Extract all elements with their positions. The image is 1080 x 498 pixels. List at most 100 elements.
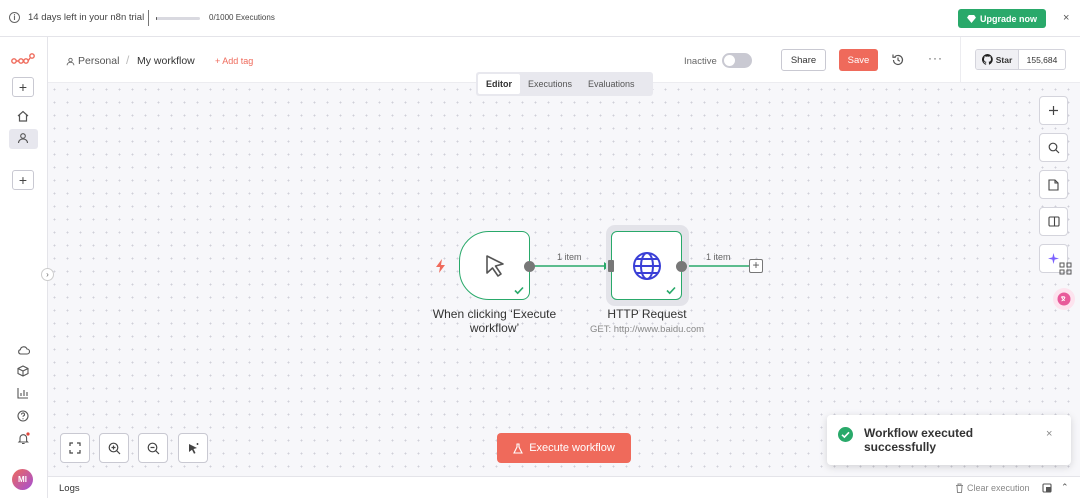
view-tabs: Editor Executions Evaluations: [476, 72, 653, 96]
http-node-subtitle: GET: http://www.baidu.com: [589, 324, 705, 335]
templates-nav[interactable]: [14, 362, 32, 380]
n8n-logo-icon: [11, 53, 35, 64]
history-icon[interactable]: [891, 53, 905, 67]
node-manual-trigger[interactable]: [459, 231, 530, 300]
chevron-up-icon[interactable]: ⌃: [1061, 482, 1069, 493]
cursor-click-icon: [485, 254, 504, 277]
expand-icon: [69, 442, 81, 454]
home-nav[interactable]: [14, 107, 32, 125]
logs-panel-bar[interactable]: Logs Clear execution ⌃: [48, 476, 1080, 498]
apps-grid-button[interactable]: [1054, 257, 1076, 279]
tidy-up-button[interactable]: [178, 433, 208, 463]
translate-extension-button[interactable]: [1053, 288, 1075, 310]
execute-workflow-button[interactable]: Execute workflow: [497, 433, 631, 463]
active-state-label: Inactive: [684, 56, 717, 67]
upgrade-now-button[interactable]: Upgrade now: [958, 9, 1046, 28]
toggle-panel-button[interactable]: [1039, 207, 1068, 236]
info-icon: i: [9, 12, 20, 23]
fit-view-button[interactable]: [60, 433, 90, 463]
add-new-button[interactable]: +: [12, 77, 34, 97]
plus-icon: +: [752, 258, 760, 272]
sidebar: + + MI: [0, 37, 48, 498]
bell-icon: [17, 431, 30, 444]
clear-execution-label: Clear execution: [967, 483, 1030, 493]
insights-nav[interactable]: [14, 384, 32, 402]
sticky-note-icon: [1048, 178, 1059, 191]
zoom-out-button[interactable]: [138, 433, 168, 463]
banner-divider: [148, 10, 149, 26]
cursor-sparkle-icon: [188, 442, 198, 454]
zoom-in-icon: [108, 442, 120, 454]
search-nodes-button[interactable]: [1039, 133, 1068, 162]
tab-editor[interactable]: Editor: [478, 74, 520, 94]
user-avatar[interactable]: MI: [12, 469, 33, 490]
success-toast: Workflow executed successfully ×: [827, 415, 1071, 465]
help-nav[interactable]: [14, 407, 32, 425]
sidebar-collapse-chevron-icon[interactable]: ›: [41, 268, 54, 281]
share-button[interactable]: Share: [781, 49, 826, 71]
clear-execution-button[interactable]: Clear execution: [955, 483, 1030, 493]
bolt-icon: [436, 259, 445, 273]
github-star-label: Star: [995, 54, 1013, 65]
upgrade-label: Upgrade now: [979, 13, 1037, 24]
breadcrumb-project[interactable]: Personal: [66, 55, 119, 67]
github-icon: [981, 54, 993, 65]
active-toggle[interactable]: [722, 53, 752, 68]
flask-icon: [513, 442, 524, 454]
more-options-icon[interactable]: ···: [928, 51, 943, 65]
success-check-icon: [514, 286, 524, 295]
close-banner-icon[interactable]: ×: [1063, 12, 1069, 24]
header-divider: [960, 37, 961, 83]
cloud-nav[interactable]: [14, 341, 32, 359]
http-node-label: HTTP Request: [607, 307, 687, 321]
panel-icon: [1047, 216, 1060, 227]
add-node-after-button[interactable]: +: [749, 259, 763, 273]
edge-label-trigger-to-http: 1 item: [557, 252, 582, 262]
plus-icon: [1049, 106, 1058, 115]
github-star-button[interactable]: Star: [976, 50, 1019, 69]
trial-days-text: 14 days left in your n8n trial: [28, 12, 145, 23]
open-nodes-panel-button[interactable]: [1039, 96, 1068, 125]
search-icon: [1048, 142, 1059, 153]
notifications-nav[interactable]: [14, 429, 32, 447]
node-http-request[interactable]: [611, 231, 682, 300]
workflow-name[interactable]: My workflow: [137, 55, 195, 67]
toast-message: Workflow executed successfully: [864, 426, 974, 454]
check-circle-icon: [838, 427, 853, 442]
executions-count: 0/1000 Executions: [209, 13, 275, 22]
success-check-icon: [666, 286, 676, 295]
http-input-handle[interactable]: [608, 260, 614, 272]
popout-icon[interactable]: [1042, 483, 1052, 493]
cloud-icon: [17, 346, 30, 355]
trigger-node-label: When clicking ‘Execute workflow’: [432, 307, 557, 335]
add-project-button[interactable]: +: [12, 170, 34, 190]
user-icon: [66, 57, 75, 65]
translate-icon: [1057, 292, 1071, 306]
help-circle-icon: [17, 410, 29, 422]
http-output-handle[interactable]: [676, 261, 687, 272]
gem-icon: [967, 14, 976, 23]
executions-progress-fill: [156, 17, 158, 20]
bar-chart-icon: [17, 388, 28, 399]
breadcrumb-separator: /: [126, 53, 130, 67]
package-icon: [17, 365, 29, 377]
trigger-output-handle[interactable]: [524, 261, 535, 272]
zoom-out-icon: [147, 442, 159, 454]
plus-icon: +: [18, 79, 28, 95]
tab-executions[interactable]: Executions: [520, 74, 580, 94]
tab-evaluations[interactable]: Evaluations: [580, 74, 643, 94]
personal-nav[interactable]: [14, 129, 32, 147]
trash-icon: [956, 483, 963, 493]
github-star-widget[interactable]: Star 155,684: [975, 49, 1066, 70]
zoom-in-button[interactable]: [99, 433, 129, 463]
user-icon: [17, 133, 29, 144]
project-name: Personal: [78, 55, 120, 67]
save-button[interactable]: Save: [839, 49, 878, 71]
executions-progress-bar: [156, 17, 200, 20]
logs-title: Logs: [59, 483, 80, 494]
add-tag-link[interactable]: + Add tag: [215, 56, 253, 66]
plus-icon: +: [18, 172, 28, 188]
close-toast-icon[interactable]: ×: [1046, 428, 1052, 440]
execute-workflow-label: Execute workflow: [529, 442, 615, 454]
sticky-note-button[interactable]: [1039, 170, 1068, 199]
